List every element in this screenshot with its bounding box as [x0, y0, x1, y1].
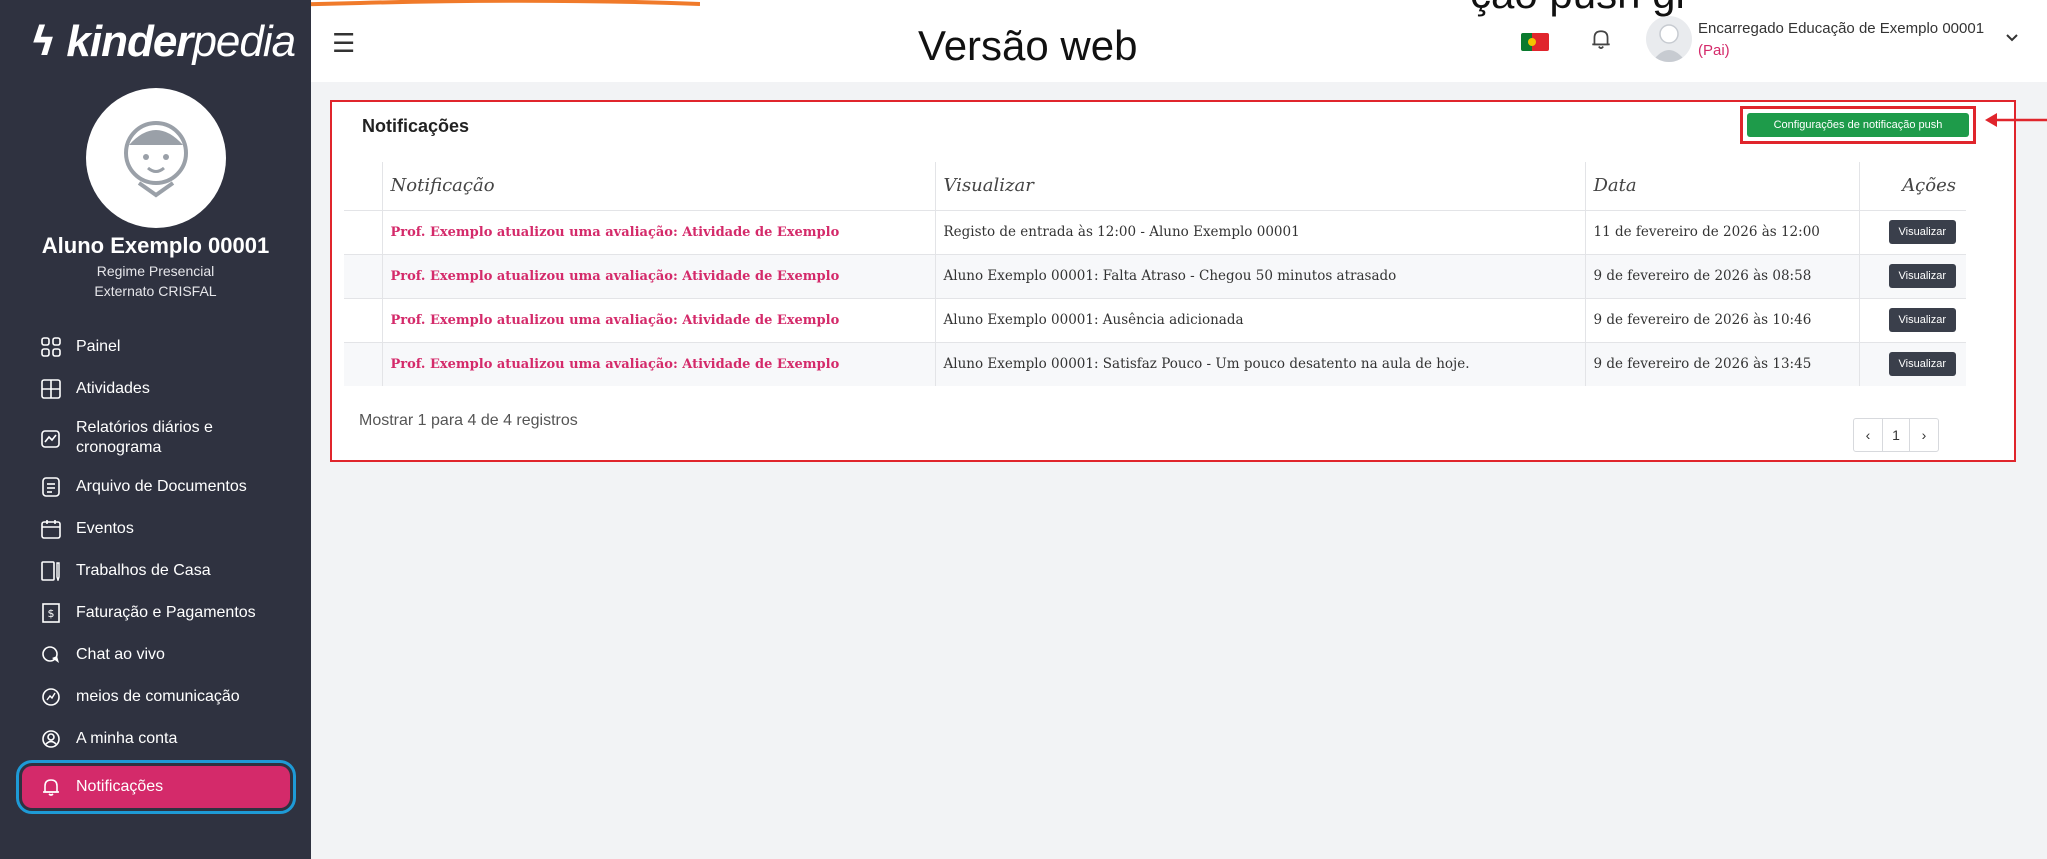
date-cell: 9 de fevereiro de 2026 às 10:46 — [1585, 297, 1860, 342]
column-header-visualizar[interactable]: Visualizar — [935, 162, 1586, 210]
chevron-down-icon[interactable] — [2005, 30, 2019, 48]
actions-cell: Visualizar — [1859, 341, 1966, 386]
notification-cell[interactable]: Prof. Exemplo atualizou uma avaliação: A… — [382, 209, 936, 254]
actions-cell: Visualizar — [1859, 297, 1966, 342]
sidebar-item-label: Trabalhos de Casa — [76, 562, 211, 579]
records-summary: Mostrar 1 para 4 de 4 registros — [359, 412, 578, 429]
row-checkbox-cell — [344, 341, 383, 386]
homework-icon — [40, 560, 62, 582]
notification-cell[interactable]: Prof. Exemplo atualizou uma avaliação: A… — [382, 297, 936, 342]
sidebar-item-relatorios[interactable]: Relatórios diários e cronograma — [22, 410, 290, 466]
student-regime: Regime Presencial — [96, 263, 215, 279]
sidebar-item-label: Chat ao vivo — [76, 646, 165, 663]
table-row: Prof. Exemplo atualizou uma avaliação: A… — [344, 253, 1966, 298]
table-row: Prof. Exemplo atualizou uma avaliação: A… — [344, 297, 1966, 342]
view-cell: Aluno Exemplo 00001: Ausência adicionada — [935, 297, 1586, 342]
student-avatar[interactable] — [86, 88, 226, 228]
panel-title: Notificações — [362, 116, 470, 136]
sidebar-item-label: Painel — [76, 338, 121, 355]
view-button[interactable]: Visualizar — [1888, 308, 1956, 332]
table-row: Prof. Exemplo atualizou uma avaliação: A… — [344, 341, 1966, 386]
sidebar-item-label: Eventos — [76, 520, 134, 537]
sidebar-item-arquivo[interactable]: Arquivo de Documentos — [22, 466, 290, 508]
view-button[interactable]: Visualizar — [1888, 352, 1956, 377]
sidebar-item-label: Relatórios diários e cronograma — [76, 419, 213, 456]
push-settings-highlight: Configurações de notificação push — [1740, 106, 1976, 144]
sidebar-item-label: meios de comunicação — [76, 688, 240, 705]
sidebar-item-atividades[interactable]: Atividades — [22, 368, 290, 410]
document-icon — [40, 476, 62, 498]
table-row: Prof. Exemplo atualizou uma avaliação: A… — [344, 209, 1966, 254]
cropped-heading: ção push gi — [1470, 0, 1685, 18]
sidebar-item-label: A minha conta — [76, 730, 178, 747]
user-avatar[interactable] — [1646, 16, 1692, 62]
notifications-panel: Notificações Configurações de notificaçã… — [330, 100, 2016, 462]
dashboard-icon — [40, 336, 62, 358]
portugal-flag-icon[interactable] — [1521, 33, 1549, 51]
next-page-button[interactable]: › — [1910, 419, 1938, 451]
page-heading: Versão web — [918, 22, 1138, 69]
user-role: (Pai) — [1698, 42, 1730, 59]
sidebar-item-eventos[interactable]: Eventos — [22, 508, 290, 550]
column-header-acoes: Ações — [1902, 175, 1956, 197]
date-cell: 9 de fevereiro de 2026 às 13:45 — [1585, 341, 1860, 386]
date-cell: 11 de fevereiro de 2026 às 12:00 — [1585, 209, 1860, 254]
notification-bell-icon[interactable] — [1590, 28, 1612, 57]
menu-toggle-icon[interactable]: ☰ — [332, 28, 355, 59]
report-chart-icon — [40, 427, 62, 449]
sidebar-item-painel[interactable]: Painel — [22, 326, 290, 368]
sidebar: ϟ kinderpedia Aluno Exemplo 00001 Regime… — [0, 0, 311, 859]
sidebar-item-label: Atividades — [76, 380, 150, 397]
sidebar-item-chat[interactable]: Chat ao vivo — [22, 634, 290, 676]
column-spacer — [344, 162, 383, 210]
row-checkbox-cell — [344, 253, 383, 298]
sidebar-item-meios[interactable]: meios de comunicação — [22, 676, 290, 718]
account-icon — [40, 728, 62, 750]
bell-icon — [40, 776, 62, 798]
sidebar-item-notificacoes[interactable]: Notificações — [16, 760, 296, 814]
media-icon — [40, 686, 62, 708]
column-header-notificacao[interactable]: Notificação — [382, 162, 936, 210]
date-cell: 9 de fevereiro de 2026 às 08:58 — [1585, 253, 1860, 298]
notifications-table: Notificação Visualizar Data Ações Prof. … — [344, 162, 1966, 386]
previous-page-button[interactable]: ‹ — [1854, 419, 1882, 451]
sidebar-nav: Painel Atividades Relatórios diários e c… — [16, 326, 296, 814]
student-name: Aluno Exemplo 00001 — [41, 233, 270, 258]
child-avatar-icon — [124, 121, 188, 198]
student-school: Externato CRISFAL — [94, 283, 217, 299]
view-button[interactable]: Visualizar — [1888, 220, 1956, 244]
sidebar-item-label: Faturação e Pagamentos — [76, 604, 256, 621]
table-header-row: Notificação Visualizar Data Ações — [344, 162, 1966, 210]
view-cell: Aluno Exemplo 00001: Satisfaz Pouco - Um… — [935, 341, 1586, 386]
logo-wordmark: kinderpedia — [66, 17, 296, 66]
view-button[interactable]: Visualizar — [1888, 264, 1956, 288]
view-cell: Aluno Exemplo 00001: Falta Atraso - Cheg… — [935, 253, 1586, 298]
calendar-icon — [40, 518, 62, 540]
sidebar-item-faturacao[interactable]: $ Faturação e Pagamentos — [22, 592, 290, 634]
push-notification-settings-button[interactable]: Configurações de notificação push — [1747, 113, 1969, 137]
notification-cell[interactable]: Prof. Exemplo atualizou uma avaliação: A… — [382, 341, 936, 386]
chat-icon — [40, 644, 62, 666]
actions-cell: Visualizar — [1859, 209, 1966, 254]
view-cell: Registo de entrada às 12:00 - Aluno Exem… — [935, 209, 1586, 254]
row-checkbox-cell — [344, 209, 383, 254]
sidebar-item-label: Notificações — [76, 778, 164, 795]
column-header-data[interactable]: Data — [1585, 162, 1860, 210]
actions-cell: Visualizar — [1859, 253, 1966, 298]
sidebar-item-conta[interactable]: A minha conta — [22, 718, 290, 760]
annotation-arrow-icon — [1985, 113, 2047, 127]
notification-cell[interactable]: Prof. Exemplo atualizou uma avaliação: A… — [382, 253, 936, 298]
user-name[interactable]: Encarregado Educação de Exemplo 00001 — [1698, 20, 1984, 37]
sidebar-item-label: Arquivo de Documentos — [76, 478, 247, 495]
page-number-button[interactable]: 1 — [1882, 419, 1910, 451]
logo-mark-icon: ϟ — [30, 19, 57, 65]
sidebar-item-trabalhos[interactable]: Trabalhos de Casa — [22, 550, 290, 592]
logo[interactable]: ϟ kinderpedia — [30, 17, 296, 66]
activities-icon — [40, 378, 62, 400]
svg-text:$: $ — [48, 607, 55, 620]
row-checkbox-cell — [344, 297, 383, 342]
invoice-icon: $ — [40, 602, 62, 624]
pagination: ‹ 1 › — [1853, 418, 1939, 452]
